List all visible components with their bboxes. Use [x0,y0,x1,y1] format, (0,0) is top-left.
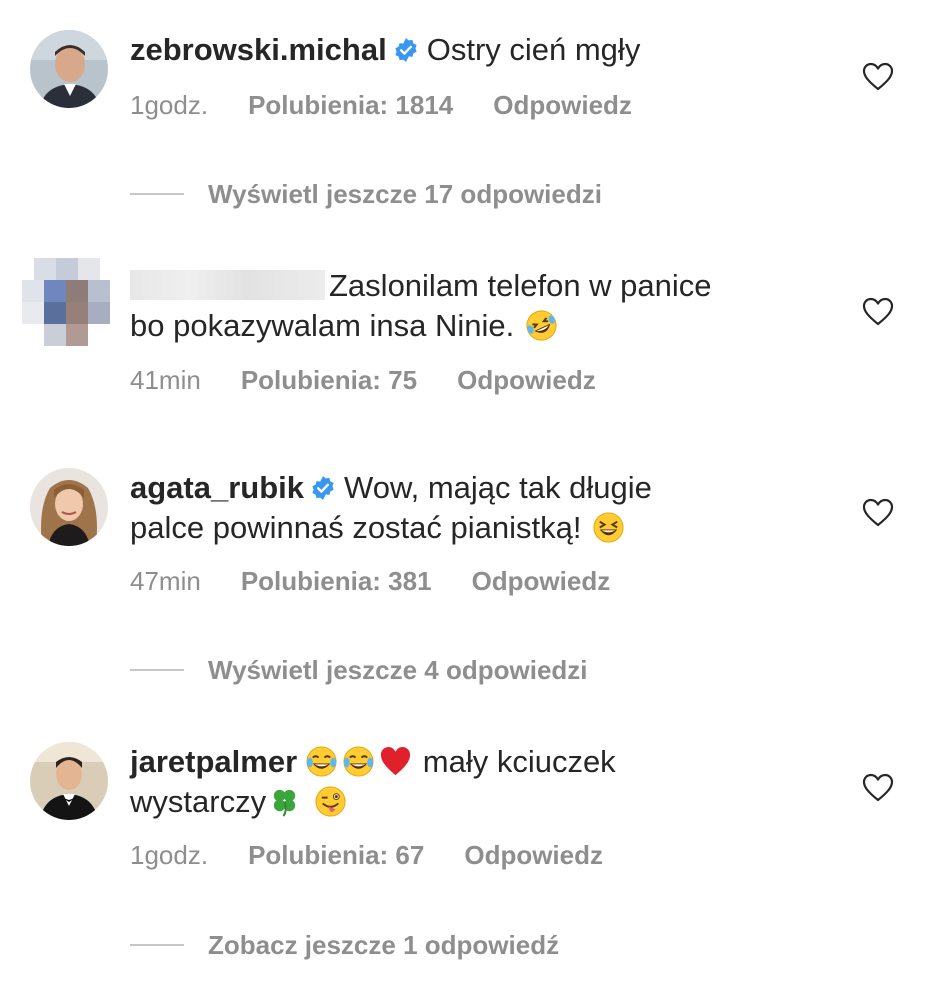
likes-count[interactable]: Polubienia: 381 [241,566,432,596]
likes-count[interactable]: Polubienia: 75 [241,365,417,395]
four-leaf-clover-emoji [268,785,301,818]
timestamp: 1godz. [130,90,209,120]
comment-body-line1: Zaslonilam telefon w panice [329,268,712,303]
divider-line [130,669,184,671]
redacted-username[interactable] [130,270,325,300]
timestamp: 41min [130,365,201,395]
likes-count[interactable]: Polubienia: 1814 [248,90,453,120]
like-heart-icon[interactable] [862,297,894,327]
view-more-replies[interactable]: Wyświetl jeszcze 4 odpowiedzi [130,655,588,685]
grinning-squinting-emoji [592,511,625,544]
comment-text: agata_rubik Wow, mając tak długie palce p… [130,468,810,548]
timestamp: 1godz. [130,840,209,870]
comment-meta: 1godz. Polubienia: 67 Odpowiedz [130,840,643,871]
like-heart-icon[interactable] [862,773,894,803]
avatar-blurred[interactable] [22,258,112,348]
timestamp: 47min [130,566,201,596]
comment-body-line1: Wow, mając tak długie [344,470,652,505]
reply-button[interactable]: Odpowiedz [472,566,611,596]
comment-body: Ostry cień mgły [426,32,641,67]
verified-badge-icon [393,37,419,63]
tears-of-joy-emoji [305,745,338,778]
tears-of-joy-emoji [342,745,375,778]
divider-line [130,193,184,195]
view-more-label: Wyświetl jeszcze 17 odpowiedzi [208,178,602,209]
comment-meta: 47min Polubienia: 381 Odpowiedz [130,566,650,597]
avatar[interactable] [30,468,108,546]
like-heart-icon[interactable] [862,62,894,92]
likes-count[interactable]: Polubienia: 67 [248,840,424,870]
comment-body-part2: wystarczy [130,784,267,819]
username[interactable]: jaretpalmer [130,744,297,779]
comment-text: jaretpalmer mały kciuczek wystarczy [130,742,810,822]
reply-button[interactable]: Odpowiedz [457,365,596,395]
comment-text: Zaslonilam telefon w panice bo pokazywal… [130,266,810,346]
like-heart-icon[interactable] [862,498,894,528]
verified-badge-icon [310,475,336,501]
red-heart-emoji [379,745,412,778]
comment-body-line2: palce powinnaś zostać pianistką! [130,510,582,545]
username[interactable]: agata_rubik [130,470,304,505]
comment-body-line2: bo pokazywalam insa Ninie. [130,308,515,343]
view-more-replies[interactable]: Wyświetl jeszcze 17 odpowiedzi [130,179,602,209]
divider-line [130,944,184,946]
comment-meta: 41min Polubienia: 75 Odpowiedz [130,365,636,396]
avatar[interactable] [30,742,108,820]
view-more-label: Zobacz jeszcze 1 odpowiedź [208,929,560,960]
username[interactable]: zebrowski.michal [130,32,387,67]
comment-body-part1: mały kciuczek [414,744,616,779]
rolling-on-floor-laughing-emoji [525,309,558,342]
comment-meta: 1godz. Polubienia: 1814 Odpowiedz [130,90,672,121]
winking-tongue-emoji [314,785,347,818]
reply-button[interactable]: Odpowiedz [464,840,603,870]
comment-text: zebrowski.michal Ostry cień mgły [130,30,810,70]
view-more-label: Wyświetl jeszcze 4 odpowiedzi [208,654,588,685]
reply-button[interactable]: Odpowiedz [493,90,632,120]
view-more-replies[interactable]: Zobacz jeszcze 1 odpowiedź [130,930,559,960]
avatar[interactable] [30,30,108,108]
